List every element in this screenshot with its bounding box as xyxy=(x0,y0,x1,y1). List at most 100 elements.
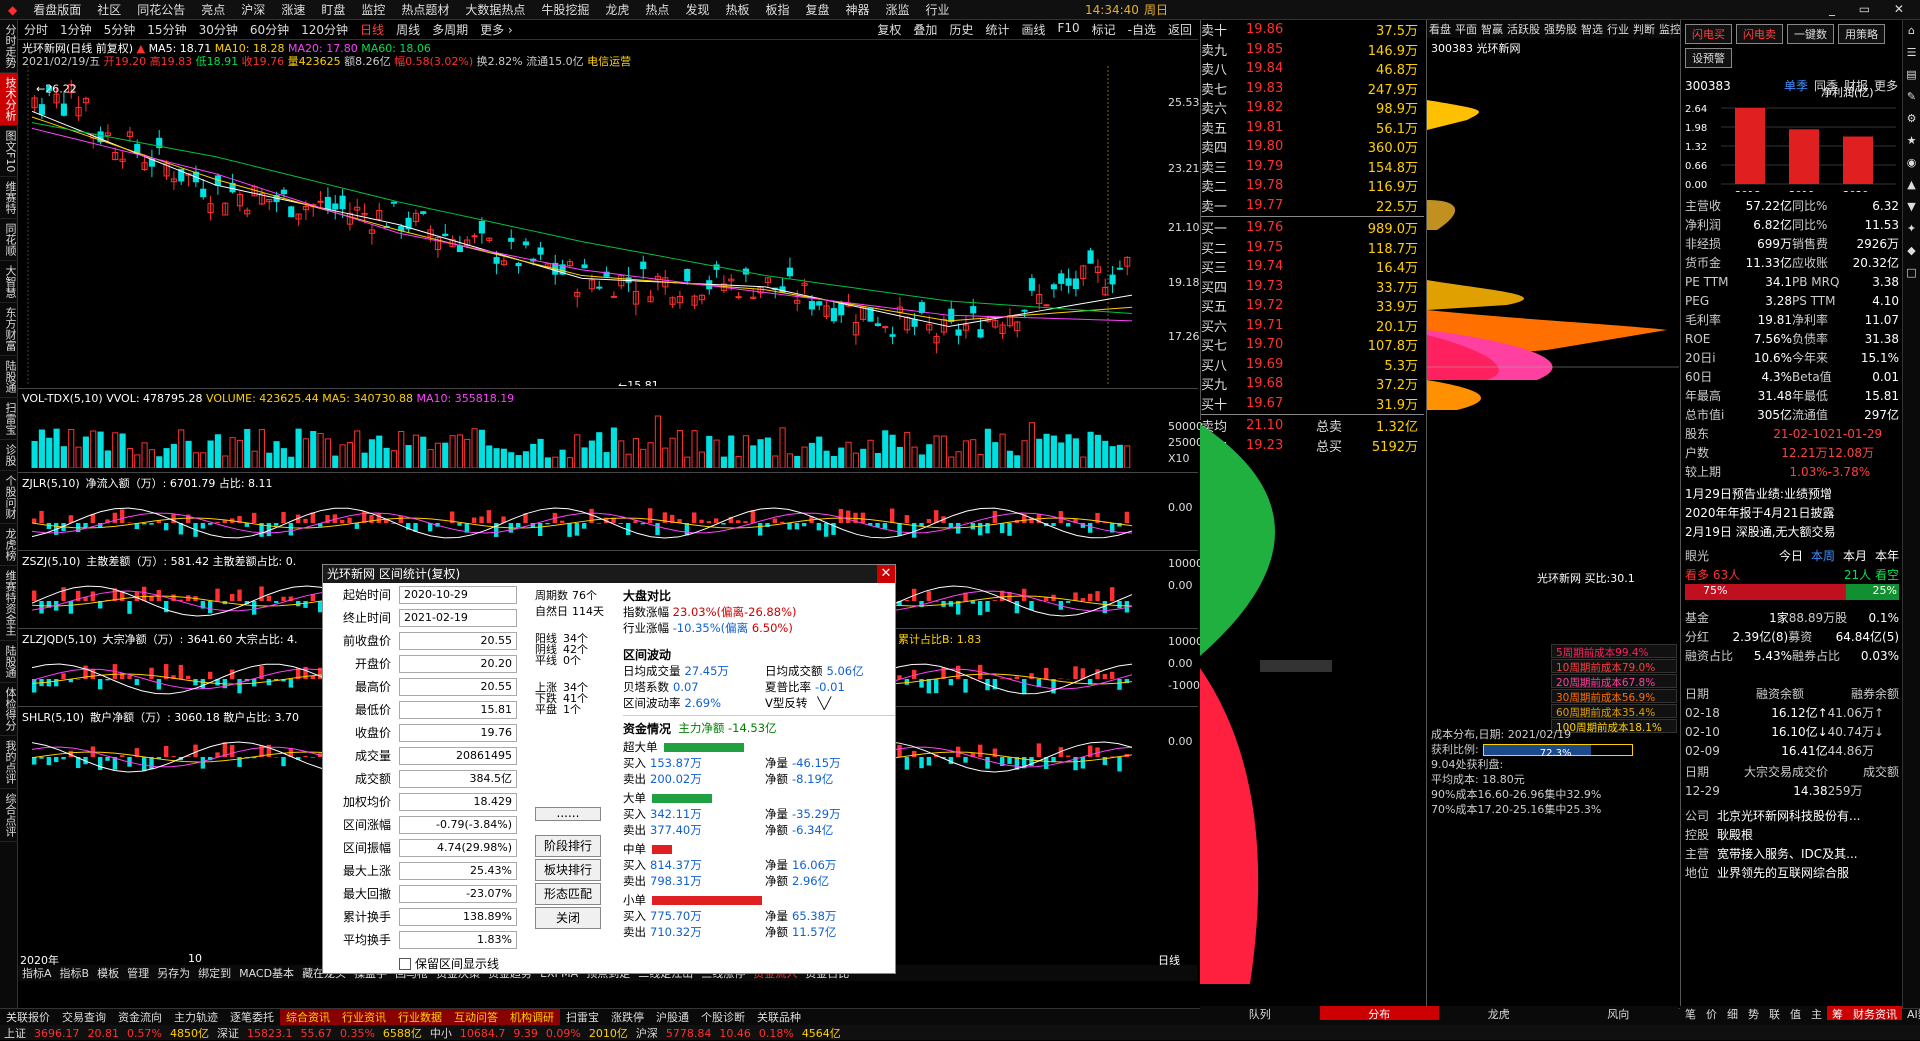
menu-item[interactable]: 发现 xyxy=(677,1,717,18)
left-nav-item[interactable]: 分时走势 xyxy=(0,20,18,73)
ask-row[interactable]: 卖三19.79154.8万 xyxy=(1201,157,1424,177)
ask-row[interactable]: 卖二19.78116.9万 xyxy=(1201,176,1424,196)
bottom-tab[interactable]: 涨跌停 xyxy=(605,1009,650,1025)
period-tab[interactable]: 1分钟 xyxy=(54,21,98,38)
bottom-tab[interactable]: 关联品种 xyxy=(751,1009,807,1025)
quick-button[interactable]: 闪电买 xyxy=(1685,24,1732,44)
menu-item[interactable]: 涨速 xyxy=(273,1,313,18)
index-field[interactable]: 沪深 xyxy=(632,1025,662,1041)
bottom-tab[interactable]: 沪股通 xyxy=(650,1009,695,1025)
right-bottom-tab[interactable]: 龙虎 xyxy=(1439,1006,1559,1020)
right-mini-tab[interactable]: 势 xyxy=(1743,1006,1764,1020)
finance-tab[interactable]: 单季 xyxy=(1784,77,1808,94)
right-mini-tab[interactable]: 筹 xyxy=(1827,1006,1848,1020)
panel-toolbar-tab[interactable]: 强势股 xyxy=(1542,21,1579,37)
bottom-tab[interactable]: 主力轨迹 xyxy=(168,1009,224,1025)
toolbar-icons[interactable]: ⌂☰▤✎⚙★◉▲▼✦◆□ xyxy=(1903,20,1920,284)
index-field[interactable]: 中小 xyxy=(426,1025,456,1041)
news-item[interactable]: 2月19日 深股通,无大额交易 xyxy=(1681,522,1903,541)
right-bottom-tab[interactable]: 队列 xyxy=(1200,1006,1320,1020)
bottom-tab[interactable]: 扫雷宝 xyxy=(560,1009,605,1025)
bid-row[interactable]: 买七19.70107.8万 xyxy=(1201,335,1424,355)
chart-tool-button[interactable]: -自选 xyxy=(1122,21,1162,38)
menu-item[interactable]: 热点题材 xyxy=(393,1,457,18)
menu-item[interactable]: 神器 xyxy=(838,1,878,18)
bottom-tab[interactable]: 关联报价 xyxy=(0,1009,56,1025)
period-tab[interactable]: 分时 xyxy=(18,21,54,38)
ask-row[interactable]: 卖七19.83247.9万 xyxy=(1201,79,1424,99)
indicator-tab[interactable]: 管理 xyxy=(123,965,153,981)
left-nav-item[interactable]: 图文F10 xyxy=(0,126,18,177)
chart-tool-button[interactable]: 标记 xyxy=(1086,21,1122,38)
bid-row[interactable]: 买三19.7416.4万 xyxy=(1201,257,1424,277)
bottom-tab[interactable]: 个股诊断 xyxy=(695,1009,751,1025)
bid-row[interactable]: 买五19.7233.9万 xyxy=(1201,296,1424,316)
date-input[interactable]: 2020-10-29 xyxy=(399,586,517,604)
menu-item[interactable]: 牛股挖掘 xyxy=(533,1,597,18)
news-item[interactable]: 1月29日预告业绩:业绩预增 xyxy=(1681,484,1903,503)
bottom-tab[interactable]: 逐笔委托 xyxy=(224,1009,280,1025)
close-icon[interactable]: ✕ xyxy=(877,565,895,583)
panel-toolbar-tab[interactable]: 行业 xyxy=(1605,21,1631,37)
period-tab[interactable]: 15分钟 xyxy=(141,21,192,38)
left-nav-item[interactable]: 大智慧 xyxy=(0,261,18,303)
index-field[interactable]: 上证 xyxy=(0,1025,30,1041)
right-mini-tab[interactable]: AI数据分析 xyxy=(1902,1006,1920,1020)
keep-line-checkbox-row[interactable]: 保留区间显示线 xyxy=(399,955,499,972)
bid-row[interactable]: 买六19.7120.1万 xyxy=(1201,316,1424,336)
bottom-tab[interactable]: 交易查询 xyxy=(56,1009,112,1025)
quick-button[interactable]: 设预警 xyxy=(1685,48,1732,68)
date-input[interactable]: 2021-02-19 xyxy=(399,609,517,627)
quick-button[interactable]: 一键数 xyxy=(1787,24,1834,44)
volume-chart[interactable] xyxy=(18,406,1158,468)
menu-item[interactable]: 监控 xyxy=(353,1,393,18)
dialog-button[interactable]: 关闭 xyxy=(535,907,601,929)
menu-item[interactable]: 亮点 xyxy=(193,1,233,18)
period-tab[interactable]: 多周期 xyxy=(426,21,474,38)
period-tab[interactable]: 更多 › xyxy=(474,21,519,38)
left-nav-item[interactable]: 东方财富 xyxy=(0,303,18,356)
bid-row[interactable]: 买八19.695.3万 xyxy=(1201,355,1424,375)
indicator-tab[interactable]: 模板 xyxy=(93,965,123,981)
bid-row[interactable]: 买四19.7333.7万 xyxy=(1201,277,1424,297)
period-tab[interactable]: 日线 xyxy=(354,21,390,38)
opinion-tab[interactable]: 本月 xyxy=(1843,547,1867,564)
panel-toolbar-tab[interactable]: 活跃股 xyxy=(1505,21,1542,37)
news-item[interactable]: 2020年年报于4月21日披露 xyxy=(1681,503,1903,522)
left-nav-item[interactable]: 维赛特资金主 xyxy=(0,566,18,641)
left-nav-item[interactable]: 体检得分 xyxy=(0,683,18,736)
ask-row[interactable]: 卖五19.8156.1万 xyxy=(1201,118,1424,138)
ask-row[interactable]: 卖六19.8298.9万 xyxy=(1201,98,1424,118)
ask-row[interactable]: 卖四19.80360.0万 xyxy=(1201,137,1424,157)
menu-item[interactable]: 龙虎 xyxy=(597,1,637,18)
right-mini-tab[interactable]: 值 xyxy=(1785,1006,1806,1020)
ask-row[interactable]: 卖九19.85146.9万 xyxy=(1201,40,1424,60)
right-bottom-tab[interactable]: 分布 xyxy=(1320,1006,1440,1020)
menu-item[interactable]: 行业 xyxy=(918,1,958,18)
chart-tool-button[interactable]: 统计 xyxy=(979,21,1015,38)
menu-item[interactable]: 涨监 xyxy=(878,1,918,18)
period-tab[interactable]: 60分钟 xyxy=(244,21,295,38)
menu-item[interactable]: 热板 xyxy=(717,1,757,18)
chart-tool-button[interactable]: 返回 xyxy=(1162,21,1198,38)
bottom-tab[interactable]: 资金流向 xyxy=(112,1009,168,1025)
bid-row[interactable]: 买九19.6837.2万 xyxy=(1201,374,1424,394)
period-tab[interactable]: 5分钟 xyxy=(98,21,142,38)
menu-item[interactable]: 板指 xyxy=(757,1,797,18)
panel-toolbar-tab[interactable]: 智赢 xyxy=(1479,21,1505,37)
right-mini-tab[interactable]: 财务资讯 xyxy=(1848,1006,1902,1020)
period-tab[interactable]: 周线 xyxy=(390,21,426,38)
indicator-tab[interactable]: 绑定到 xyxy=(194,965,235,981)
menu-item[interactable]: 沪深 xyxy=(233,1,273,18)
chart-tool-button[interactable]: 复权 xyxy=(871,21,907,38)
panel-toolbar-tab[interactable]: 平面 xyxy=(1453,21,1479,37)
menu-item[interactable]: 复盘 xyxy=(797,1,837,18)
bottom-tab[interactable]: 机构调研 xyxy=(504,1009,560,1025)
left-nav-item[interactable]: 同花顺 xyxy=(0,219,18,261)
ask-row[interactable]: 卖十19.8637.5万 xyxy=(1201,20,1424,40)
menu-item[interactable]: 社区 xyxy=(89,1,129,18)
indicator-tab[interactable]: 指标A xyxy=(18,965,56,981)
left-nav-item[interactable]: 维赛特 xyxy=(0,177,18,219)
indicator-tab[interactable]: MACD基本 xyxy=(235,965,298,981)
bottom-tab[interactable]: 行业资讯 xyxy=(336,1009,392,1025)
